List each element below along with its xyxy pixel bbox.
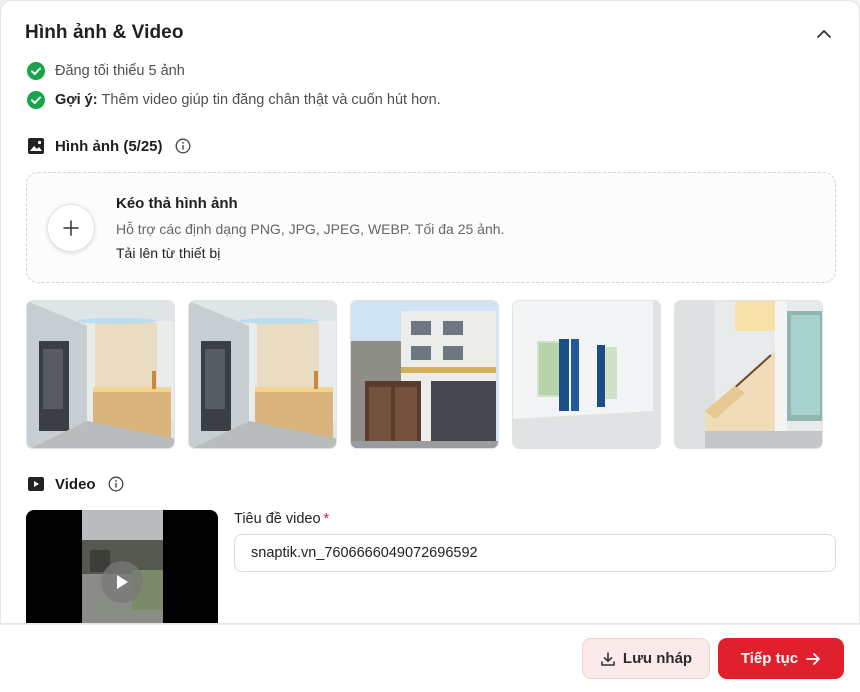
images-heading: Hình ảnh (5/25): [27, 137, 191, 155]
images-label: Hình ảnh (5/25): [55, 137, 163, 155]
suggestion-label: Gợi ý:: [55, 92, 98, 108]
video-preview[interactable]: [26, 510, 218, 623]
image-thumbnail[interactable]: [512, 300, 661, 449]
add-image-button[interactable]: [47, 204, 95, 252]
arrow-right-icon: [806, 652, 820, 665]
save-draft-label: Lưu nháp: [622, 650, 693, 667]
image-icon: [28, 138, 44, 154]
upload-from-device-link[interactable]: Tải lên từ thiết bị: [116, 245, 220, 261]
video-heading: Video: [27, 475, 124, 493]
check-circle-icon: [27, 62, 45, 80]
interior-hallway-photo: [189, 301, 336, 448]
interior-hallway-photo: [27, 301, 174, 448]
video-title-input[interactable]: [234, 534, 836, 572]
building-facade-photo: [351, 301, 498, 448]
video-label: Video: [55, 475, 96, 493]
play-button[interactable]: [101, 561, 143, 603]
video-icon: [28, 477, 44, 491]
check-circle-icon: [27, 91, 45, 109]
info-icon[interactable]: [175, 138, 191, 154]
save-draft-button[interactable]: Lưu nháp: [582, 638, 710, 679]
download-icon: [601, 651, 615, 666]
image-thumbnail[interactable]: [188, 300, 337, 449]
requirement-text: Đăng tối thiểu 5 ảnh: [55, 63, 185, 79]
image-thumbnail[interactable]: [350, 300, 499, 449]
info-icon[interactable]: [108, 476, 124, 492]
staircase-photo: [675, 301, 822, 448]
required-mark: *: [323, 511, 330, 527]
section-header: Hình ảnh & Video: [25, 19, 835, 47]
image-dropzone[interactable]: Kéo thả hình ảnh Hỗ trợ các định dạng PN…: [26, 172, 836, 283]
room-blue-curtains-photo: [513, 301, 660, 448]
image-thumbnail[interactable]: [674, 300, 823, 449]
image-thumbnails: [26, 300, 823, 449]
media-section-card: Hình ảnh & Video Đăng tối thiểu 5 ảnh Gợ…: [0, 0, 860, 624]
collapse-button[interactable]: [813, 22, 835, 44]
action-footer: Lưu nháp Tiếp tục: [0, 624, 860, 692]
continue-button[interactable]: Tiếp tục: [718, 638, 844, 679]
chevron-up-icon: [817, 29, 831, 38]
continue-label: Tiếp tục: [740, 650, 799, 667]
section-title: Hình ảnh & Video: [25, 22, 184, 43]
dropzone-subtitle: Hỗ trợ các định dạng PNG, JPG, JPEG, WEB…: [116, 221, 505, 237]
video-title-label: Tiêu đề video *: [234, 511, 330, 527]
requirement-min-images: Đăng tối thiểu 5 ảnh: [27, 62, 185, 80]
play-icon: [117, 575, 128, 589]
image-thumbnail[interactable]: [26, 300, 175, 449]
suggestion-video: Gợi ý: Thêm video giúp tin đăng chân thậ…: [27, 91, 441, 109]
dropzone-title: Kéo thả hình ảnh: [116, 195, 238, 212]
suggestion-text: Thêm video giúp tin đăng chân thật và cu…: [101, 92, 441, 108]
plus-icon: [63, 220, 79, 236]
